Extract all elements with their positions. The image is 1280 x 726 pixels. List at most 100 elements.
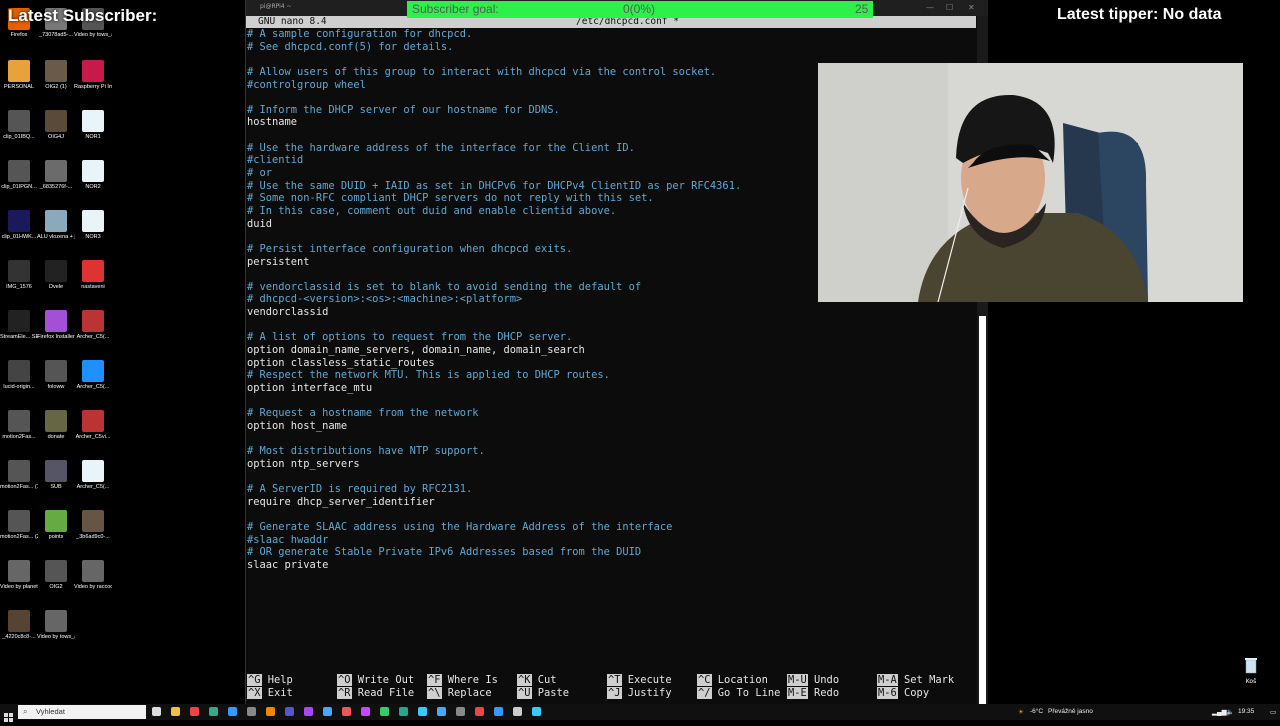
desktop-icon[interactable]: donate: [37, 410, 75, 441]
taskbar-app-icon[interactable]: [209, 707, 218, 716]
desktop-icon[interactable]: Video by planeta_en...: [0, 560, 38, 591]
desktop-icon[interactable]: Video by raccoon_sc...: [74, 560, 112, 591]
code-comment-line[interactable]: # Generate SLAAC address using the Hardw…: [247, 521, 977, 534]
taskbar-app-icon[interactable]: [152, 707, 161, 716]
code-comment-line[interactable]: # A sample configuration for dhcpcd.: [247, 28, 977, 41]
scrollbar-thumb[interactable]: [979, 316, 986, 704]
desktop-icon[interactable]: OIG2 (1): [37, 60, 75, 91]
network-icon[interactable]: ▂▄▆: [1212, 708, 1227, 716]
desktop-icon[interactable]: Video by tows_and_t...: [37, 610, 75, 641]
recycle-bin[interactable]: Koš: [1238, 656, 1264, 685]
desktop-icon[interactable]: ALU vlozena + jednostr...: [37, 210, 75, 241]
desktop-icon[interactable]: points: [37, 510, 75, 541]
desktop-icon[interactable]: clip_01HWK...: [0, 210, 38, 241]
code-line[interactable]: require dhcp_server_identifier: [247, 496, 977, 509]
desktop-icon[interactable]: foloww: [37, 360, 75, 391]
code-line[interactable]: [247, 508, 977, 521]
taskbar-search-box[interactable]: ⌕ Vyhledat: [18, 705, 146, 719]
desktop-icon[interactable]: motion2Fas... (2): [0, 510, 38, 541]
shortcut-key: M-6: [877, 686, 898, 699]
taskbar-app-icon[interactable]: [171, 707, 180, 716]
desktop-icon-label: nastaveni: [81, 284, 105, 290]
close-icon[interactable]: ✕: [968, 3, 975, 12]
code-line[interactable]: option interface_mtu: [247, 382, 977, 395]
taskbar-app-icon[interactable]: [228, 707, 237, 716]
code-comment-line[interactable]: # Most distributions have NTP support.: [247, 445, 977, 458]
code-line[interactable]: [247, 395, 977, 408]
taskbar-app-icon[interactable]: [532, 707, 541, 716]
code-line[interactable]: [247, 433, 977, 446]
desktop-file-icon: [82, 260, 104, 282]
code-comment-line[interactable]: # OR generate Stable Private IPv6 Addres…: [247, 546, 977, 559]
code-comment-line[interactable]: # Request a hostname from the network: [247, 407, 977, 420]
start-icon[interactable]: [4, 707, 13, 722]
code-line[interactable]: vendorclassid: [247, 306, 977, 319]
desktop-icon[interactable]: NOR3: [74, 210, 112, 241]
desktop-icon[interactable]: NOR1: [74, 110, 112, 141]
desktop-icon[interactable]: SUB: [37, 460, 75, 491]
taskbar-app-icon[interactable]: [247, 707, 256, 716]
taskbar-app-icon[interactable]: [437, 707, 446, 716]
taskbar-app-icon[interactable]: [190, 707, 199, 716]
code-line[interactable]: option ntp_servers: [247, 458, 977, 471]
desktop-icon[interactable]: Archer_C5(...: [74, 310, 112, 341]
desktop-icon[interactable]: clip_01IPGN...: [0, 160, 38, 191]
desktop-icon[interactable]: StreamEle... SE.Live: [0, 310, 38, 341]
taskbar-app-icon[interactable]: [266, 707, 275, 716]
code-comment-line[interactable]: # A ServerID is required by RFC2131.: [247, 483, 977, 496]
desktop-icon[interactable]: Archer_C5(...: [74, 360, 112, 391]
maximize-icon[interactable]: ☐: [946, 3, 953, 12]
shortcut-action: Execute: [627, 674, 672, 686]
weather-icon[interactable]: ☀: [1018, 708, 1024, 716]
code-line[interactable]: option host_name: [247, 420, 977, 433]
desktop-icon[interactable]: OIG2: [37, 560, 75, 591]
taskbar-app-icon[interactable]: [513, 707, 522, 716]
taskbar-app-icon[interactable]: [342, 707, 351, 716]
code-comment-line[interactable]: # A list of options to request from the …: [247, 331, 977, 344]
desktop-icon-label: SUB: [50, 484, 62, 490]
taskbar-app-icon[interactable]: [456, 707, 465, 716]
taskbar-app-icon[interactable]: [475, 707, 484, 716]
desktop-icon[interactable]: Firefox Installer: [37, 310, 75, 341]
desktop-icon[interactable]: NOR2: [74, 160, 112, 191]
desktop-icon[interactable]: PERSONAL: [0, 60, 38, 91]
desktop-icon[interactable]: Dvele: [37, 260, 75, 291]
taskbar-app-icon[interactable]: [418, 707, 427, 716]
weather-text: Převážně jasno: [1048, 708, 1093, 715]
code-comment-line[interactable]: # See dhcpcd.conf(5) for details.: [247, 41, 977, 54]
desktop-icon[interactable]: Archer_C5(...: [74, 460, 112, 491]
code-comment-line[interactable]: # Respect the network MTU. This is appli…: [247, 369, 977, 382]
desktop-icon[interactable]: motion2Fas...: [0, 410, 38, 441]
code-line[interactable]: [247, 319, 977, 332]
notification-icon[interactable]: ▭: [1270, 708, 1276, 716]
desktop-icon[interactable]: motion2Fas... (1): [0, 460, 38, 491]
code-line[interactable]: option domain_name_servers, domain_name,…: [247, 344, 977, 357]
code-line[interactable]: [247, 470, 977, 483]
desktop-icon[interactable]: OIG4J: [37, 110, 75, 141]
desktop-icon-label: Video by tows_and_t...: [74, 32, 112, 38]
desktop-icon[interactable]: IMG_1576: [0, 260, 38, 291]
desktop-icon[interactable]: Archer_C5vi...: [74, 410, 112, 441]
nano-version: GNU nano 8.4: [258, 16, 327, 27]
clock[interactable]: 19:35: [1238, 708, 1254, 715]
taskbar-app-icon[interactable]: [304, 707, 313, 716]
taskbar-app-icon[interactable]: [323, 707, 332, 716]
desktop-icon[interactable]: _4220c8c8-...: [0, 610, 38, 641]
code-comment-line[interactable]: #slaac hwaddr: [247, 534, 977, 547]
taskbar-app-icon[interactable]: [285, 707, 294, 716]
desktop-icon[interactable]: _6835276f-...: [37, 160, 75, 191]
code-line[interactable]: slaac private: [247, 559, 977, 572]
taskbar-app-icon[interactable]: [399, 707, 408, 716]
desktop-icon[interactable]: lucid-origin...: [0, 360, 38, 391]
desktop-icon[interactable]: clip_01IBQ...: [0, 110, 38, 141]
taskbar-app-icon[interactable]: [361, 707, 370, 716]
taskbar-app-icon[interactable]: [494, 707, 503, 716]
desktop-icon[interactable]: _3b6ad9c0-...: [74, 510, 112, 541]
code-line[interactable]: option classless_static_routes: [247, 357, 977, 370]
volume-icon[interactable]: 🔈: [1226, 708, 1234, 716]
desktop-icon-label: Firefox Installer: [37, 334, 75, 340]
minimize-icon[interactable]: —: [926, 3, 934, 12]
desktop-icon[interactable]: Raspberry Pi Imager: [74, 60, 112, 91]
taskbar-app-icon[interactable]: [380, 707, 389, 716]
desktop-icon[interactable]: nastaveni: [74, 260, 112, 291]
